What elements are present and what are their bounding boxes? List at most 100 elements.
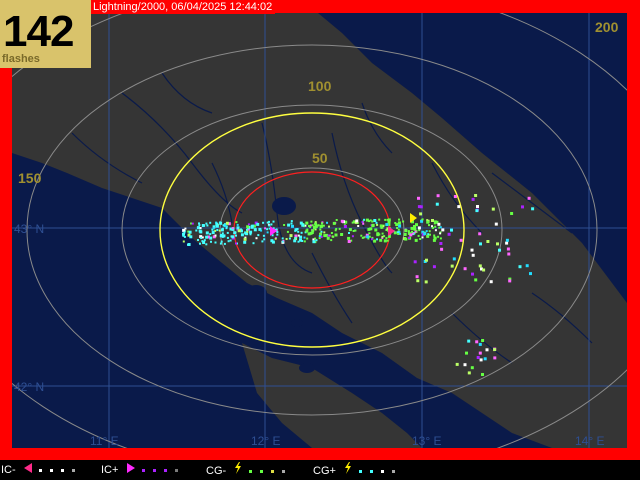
strike-marker <box>419 238 422 240</box>
strike-marker <box>471 253 475 257</box>
strike-marker <box>414 238 418 242</box>
strike-marker <box>381 235 384 238</box>
strike-marker <box>425 258 428 262</box>
strike-marker <box>399 232 401 235</box>
strike-marker <box>233 231 237 235</box>
strike-marker <box>203 239 206 242</box>
strike-marker <box>205 235 209 239</box>
strike-marker <box>319 228 322 231</box>
strike-marker <box>474 278 478 282</box>
age-dot <box>152 468 156 472</box>
lightning-map[interactable]: 50 100 150 200 43° N 42° N 11° E 12° E 1… <box>12 13 627 448</box>
strike-marker <box>197 239 199 241</box>
strike-marker <box>413 260 417 264</box>
strike-marker <box>435 202 439 206</box>
age-dot <box>260 469 264 473</box>
strike-marker <box>476 205 479 208</box>
strike-marker <box>463 363 467 367</box>
strike-marker <box>212 231 215 234</box>
strike-marker <box>326 221 328 224</box>
strike-marker <box>419 205 423 209</box>
strike-marker <box>249 230 253 234</box>
strike-marker <box>313 226 317 229</box>
strike-marker <box>439 226 442 229</box>
age-dot <box>359 469 363 473</box>
strike-marker <box>489 280 493 284</box>
strike-marker <box>183 231 186 234</box>
strike-marker <box>398 224 402 228</box>
latitude-label: 42° N <box>14 380 44 394</box>
strike-marker <box>205 243 208 246</box>
strike-marker <box>505 241 509 245</box>
strike-marker <box>429 233 431 236</box>
strike-marker <box>182 240 185 243</box>
lake <box>299 363 315 373</box>
strike-marker <box>486 240 490 243</box>
strike-marker <box>198 222 200 225</box>
strike-marker <box>507 252 511 256</box>
strike-marker <box>285 238 288 240</box>
strike-marker <box>415 275 419 279</box>
strike-marker <box>527 196 531 200</box>
strike-marker <box>428 230 431 233</box>
lake <box>245 285 267 301</box>
strike-marker <box>270 223 273 226</box>
strike-marker <box>481 373 484 376</box>
strike-marker <box>303 240 306 243</box>
strike-marker <box>266 231 269 234</box>
strike-marker <box>260 229 263 232</box>
strike-marker <box>376 232 379 235</box>
strike-marker <box>326 236 330 240</box>
strike-marker <box>485 348 489 352</box>
strike-marker <box>478 351 482 355</box>
strike-marker <box>493 356 497 360</box>
strike-marker <box>276 231 279 233</box>
strike-marker <box>290 220 293 223</box>
strike-marker <box>355 219 359 223</box>
age-dot <box>282 469 286 473</box>
strike-marker <box>328 225 330 228</box>
strike-marker <box>305 229 309 233</box>
strike-marker <box>368 232 371 235</box>
strike-marker <box>343 225 347 228</box>
strike-marker <box>205 222 208 225</box>
strike-marker <box>262 234 265 237</box>
strike-marker <box>347 240 351 243</box>
strike-marker <box>305 221 309 225</box>
strike-marker <box>440 247 444 251</box>
strike-marker <box>351 235 354 238</box>
age-dot <box>174 468 178 472</box>
strike-marker <box>281 237 284 240</box>
strike-marker <box>272 220 275 223</box>
strike-marker <box>319 232 322 235</box>
strike-marker <box>457 205 461 209</box>
strike-marker <box>201 224 205 227</box>
strike-marker <box>361 221 364 223</box>
strike-marker <box>360 234 363 237</box>
strike-marker <box>479 242 482 246</box>
strike-marker <box>348 232 350 234</box>
strike-marker <box>205 231 209 235</box>
strike-marker <box>312 240 316 244</box>
strike-marker <box>404 229 408 233</box>
strike-marker <box>338 227 341 230</box>
strike-marker <box>215 224 219 228</box>
flash-count-unit: flashes <box>2 53 40 65</box>
legend-label: CG+ <box>313 465 336 477</box>
strike-marker <box>518 265 522 269</box>
strike-marker <box>423 232 427 236</box>
longitude-label: 11° E <box>90 434 119 448</box>
legend-age-dots <box>138 464 182 476</box>
strike-marker <box>498 248 501 252</box>
strike-marker <box>378 218 381 221</box>
strike-marker <box>216 229 219 231</box>
strike-marker <box>198 224 201 227</box>
strike-marker <box>294 236 297 239</box>
strike-marker <box>384 218 387 221</box>
strike-marker <box>478 342 482 346</box>
strike-marker <box>299 221 303 225</box>
strike-marker <box>225 227 228 230</box>
strike-marker <box>340 219 344 223</box>
strike-marker <box>426 234 430 238</box>
strike-marker <box>471 197 475 201</box>
